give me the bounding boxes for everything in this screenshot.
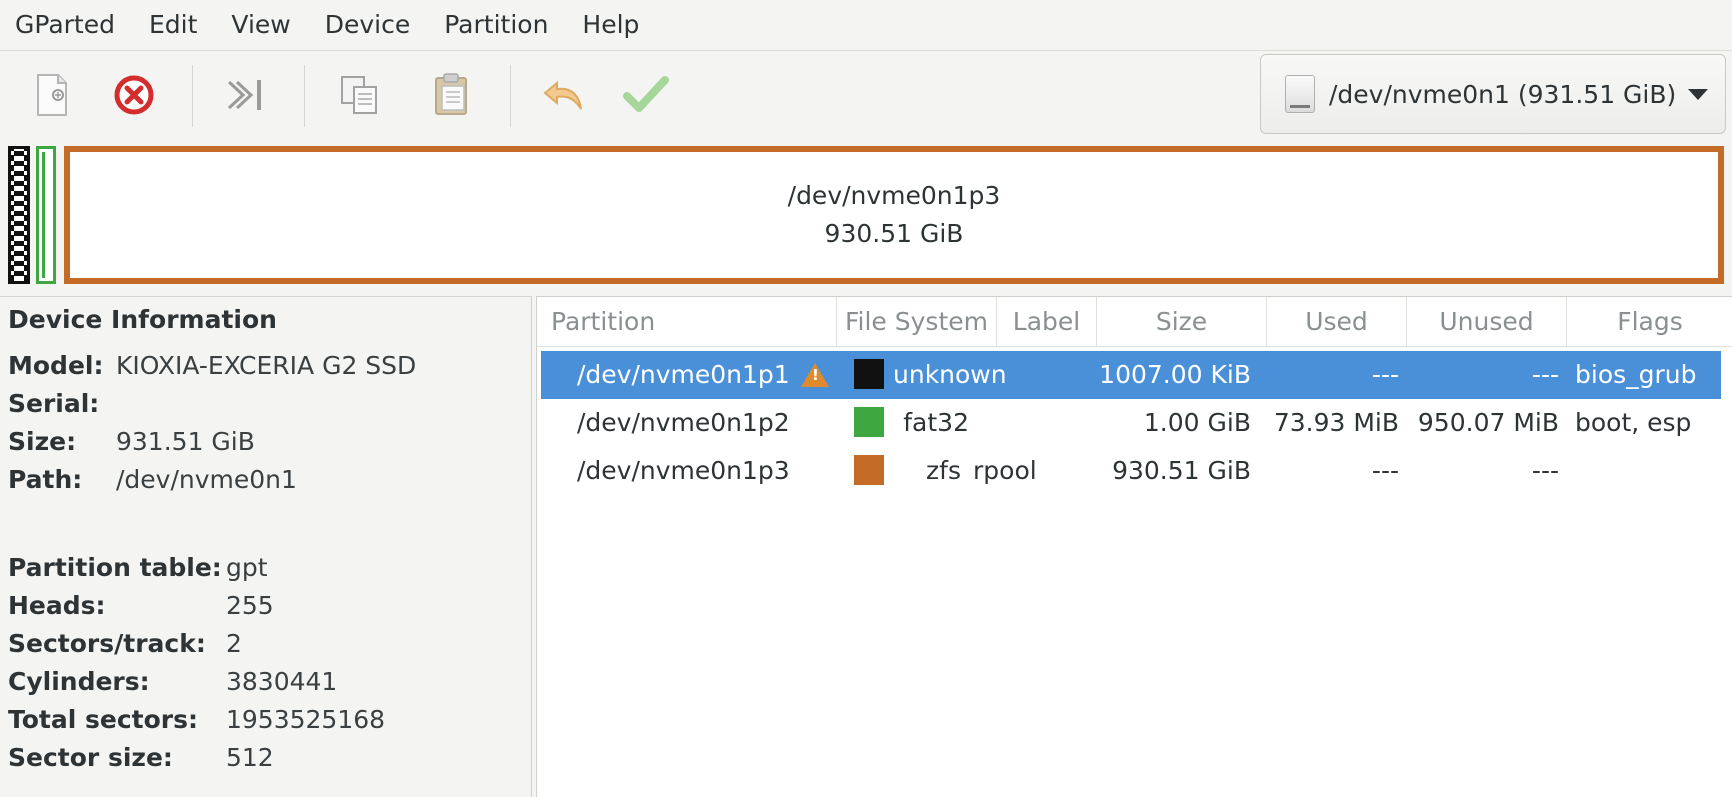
column-header-used[interactable]: Used bbox=[1267, 297, 1407, 347]
info-key: Model: bbox=[8, 351, 104, 380]
cell-used: --- bbox=[1371, 456, 1399, 485]
cell-partition: /dev/nvme0n1p1 bbox=[577, 360, 790, 389]
cell-flags: boot, esp bbox=[1575, 408, 1692, 437]
fs-color-swatch bbox=[854, 359, 884, 389]
info-key: Heads: bbox=[8, 591, 106, 620]
info-key: Path: bbox=[8, 465, 83, 494]
table-row[interactable]: /dev/nvme0n1p3 zfs rpool 930.51 GiB --- … bbox=[541, 447, 1721, 495]
info-value: gpt bbox=[226, 553, 268, 582]
info-key: Sectors/track: bbox=[8, 629, 206, 658]
diskmap-segment-p2[interactable] bbox=[36, 146, 56, 284]
info-key: Sector size: bbox=[8, 743, 173, 772]
column-header-label[interactable]: Label bbox=[997, 297, 1097, 347]
device-info-pane: Device Information Model: KIOXIA-EXCERIA… bbox=[0, 296, 532, 797]
delete-partition-icon bbox=[114, 75, 154, 115]
menu-device[interactable]: Device bbox=[308, 0, 428, 50]
info-key: Serial: bbox=[8, 389, 100, 418]
info-key: Cylinders: bbox=[8, 667, 150, 696]
toolbar-separator bbox=[192, 65, 193, 127]
column-header-filesystem[interactable]: File System bbox=[837, 297, 997, 347]
delete-partition-button[interactable] bbox=[106, 67, 162, 123]
info-key: Total sectors: bbox=[8, 705, 198, 734]
resize-move-icon bbox=[227, 80, 261, 110]
partition-table: Partition File System Label Size Used Un… bbox=[536, 296, 1732, 797]
cell-unused: 950.07 MiB bbox=[1417, 408, 1559, 437]
table-row[interactable]: /dev/nvme0n1p1 unknown 1007.00 KiB --- -… bbox=[541, 351, 1721, 399]
column-header-size[interactable]: Size bbox=[1097, 297, 1267, 347]
chevron-down-icon bbox=[1688, 88, 1709, 100]
paste-button[interactable] bbox=[424, 67, 480, 123]
diskmap-segment-size: 930.51 GiB bbox=[824, 219, 964, 248]
apply-icon bbox=[623, 76, 669, 112]
copy-icon bbox=[341, 76, 377, 114]
info-value: 512 bbox=[226, 743, 274, 772]
menu-help[interactable]: Help bbox=[565, 0, 656, 50]
undo-button[interactable] bbox=[536, 67, 592, 123]
new-partition-button[interactable] bbox=[24, 67, 80, 123]
fs-color-swatch bbox=[854, 407, 884, 437]
cell-used: --- bbox=[1371, 360, 1399, 389]
cell-size: 1.00 GiB bbox=[1143, 408, 1251, 437]
apply-button[interactable] bbox=[618, 67, 674, 123]
copy-button[interactable] bbox=[332, 67, 388, 123]
menu-edit[interactable]: Edit bbox=[132, 0, 214, 50]
info-value: 931.51 GiB bbox=[116, 427, 255, 456]
menu-partition[interactable]: Partition bbox=[427, 0, 565, 50]
menu-gparted[interactable]: GParted bbox=[0, 0, 132, 50]
cell-label: rpool bbox=[973, 456, 1037, 485]
cell-used: 73.93 MiB bbox=[1273, 408, 1399, 437]
column-header-unused[interactable]: Unused bbox=[1407, 297, 1567, 347]
info-key: Size: bbox=[8, 427, 77, 456]
cell-flags: bios_grub bbox=[1575, 360, 1697, 389]
info-value: 255 bbox=[226, 591, 274, 620]
harddisk-icon bbox=[1285, 75, 1315, 113]
resize-move-button[interactable] bbox=[218, 67, 274, 123]
info-value: 1953525168 bbox=[226, 705, 386, 734]
warning-icon bbox=[801, 363, 829, 387]
disk-graphic: /dev/nvme0n1p3 930.51 GiB bbox=[0, 140, 1732, 290]
cell-partition: /dev/nvme0n1p2 bbox=[577, 408, 790, 437]
new-partition-icon bbox=[37, 74, 67, 116]
device-selector[interactable]: /dev/nvme0n1 (931.51 GiB) bbox=[1260, 54, 1726, 134]
diskmap-segment-p3[interactable]: /dev/nvme0n1p3 930.51 GiB bbox=[64, 146, 1724, 284]
paste-icon bbox=[435, 73, 467, 115]
table-row[interactable]: /dev/nvme0n1p2 fat32 1.00 GiB 73.93 MiB … bbox=[541, 399, 1721, 447]
info-key: Partition table: bbox=[8, 553, 222, 582]
diskmap-segment-p1[interactable] bbox=[8, 146, 30, 284]
cell-filesystem: zfs bbox=[926, 456, 961, 485]
toolbar-separator bbox=[304, 65, 305, 127]
info-value: KIOXIA-EXCERIA G2 SSD bbox=[116, 351, 417, 380]
device-info-title: Device Information bbox=[8, 305, 277, 334]
menu-view[interactable]: View bbox=[214, 0, 307, 50]
cell-filesystem: unknown bbox=[893, 360, 1007, 389]
menubar: GParted Edit View Device Partition Help bbox=[0, 0, 1732, 50]
info-value: 2 bbox=[226, 629, 242, 658]
info-value: 3830441 bbox=[226, 667, 338, 696]
cell-partition: /dev/nvme0n1p3 bbox=[577, 456, 790, 485]
fs-color-swatch bbox=[854, 455, 884, 485]
column-header-partition[interactable]: Partition bbox=[537, 297, 837, 347]
undo-icon bbox=[543, 80, 582, 110]
cell-size: 1007.00 KiB bbox=[1099, 360, 1251, 389]
toolbar-separator bbox=[510, 65, 511, 127]
column-header-flags[interactable]: Flags bbox=[1567, 297, 1732, 347]
cell-size: 930.51 GiB bbox=[1112, 456, 1251, 485]
cell-unused: --- bbox=[1531, 360, 1559, 389]
cell-filesystem: fat32 bbox=[903, 408, 969, 437]
device-selector-label: /dev/nvme0n1 (931.51 GiB) bbox=[1329, 79, 1677, 109]
diskmap-segment-name: /dev/nvme0n1p3 bbox=[787, 181, 1001, 210]
info-value: /dev/nvme0n1 bbox=[116, 465, 297, 494]
cell-unused: --- bbox=[1531, 456, 1559, 485]
